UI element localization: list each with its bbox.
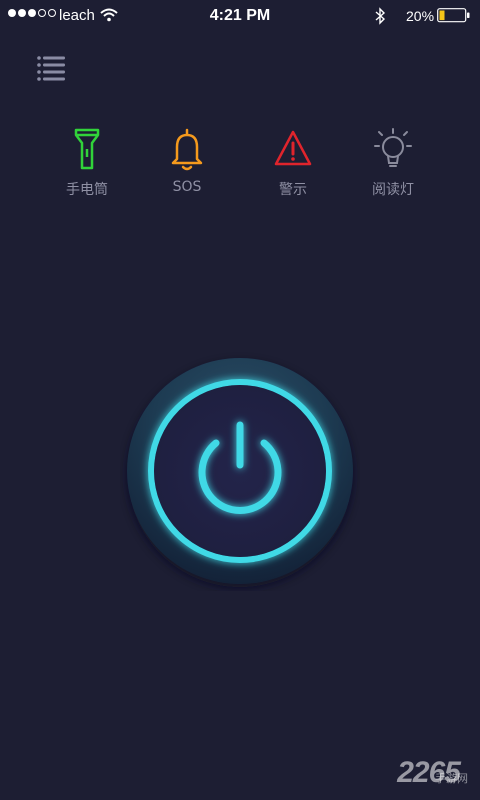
mode-tab-warning[interactable]: 警示 <box>248 127 338 199</box>
bell-icon <box>171 128 203 171</box>
mode-label-flashlight: 手电筒 <box>66 182 108 198</box>
battery-icon <box>437 8 470 23</box>
power-button[interactable] <box>120 351 360 591</box>
lightbulb-icon <box>374 128 412 167</box>
menu-button[interactable] <box>34 54 70 84</box>
flashlight-icon <box>74 128 100 170</box>
list-menu-icon <box>37 56 65 81</box>
mode-label-reading-light: 阅读灯 <box>372 182 414 198</box>
watermark-subtitle: 手游网 <box>435 772 468 785</box>
bluetooth-icon <box>375 7 386 25</box>
mode-label-warning: 警示 <box>279 182 307 198</box>
mode-tab-reading-light[interactable]: 阅读灯 <box>348 127 438 199</box>
mode-tab-sos[interactable]: SOS <box>142 127 232 195</box>
warning-triangle-icon <box>274 130 312 166</box>
mode-tab-flashlight[interactable]: 手电筒 <box>42 127 132 199</box>
status-bar: leach 4:21 PM 20% <box>0 0 480 32</box>
battery-percentage: 20% <box>406 8 435 24</box>
mode-label-sos: SOS <box>172 179 202 195</box>
